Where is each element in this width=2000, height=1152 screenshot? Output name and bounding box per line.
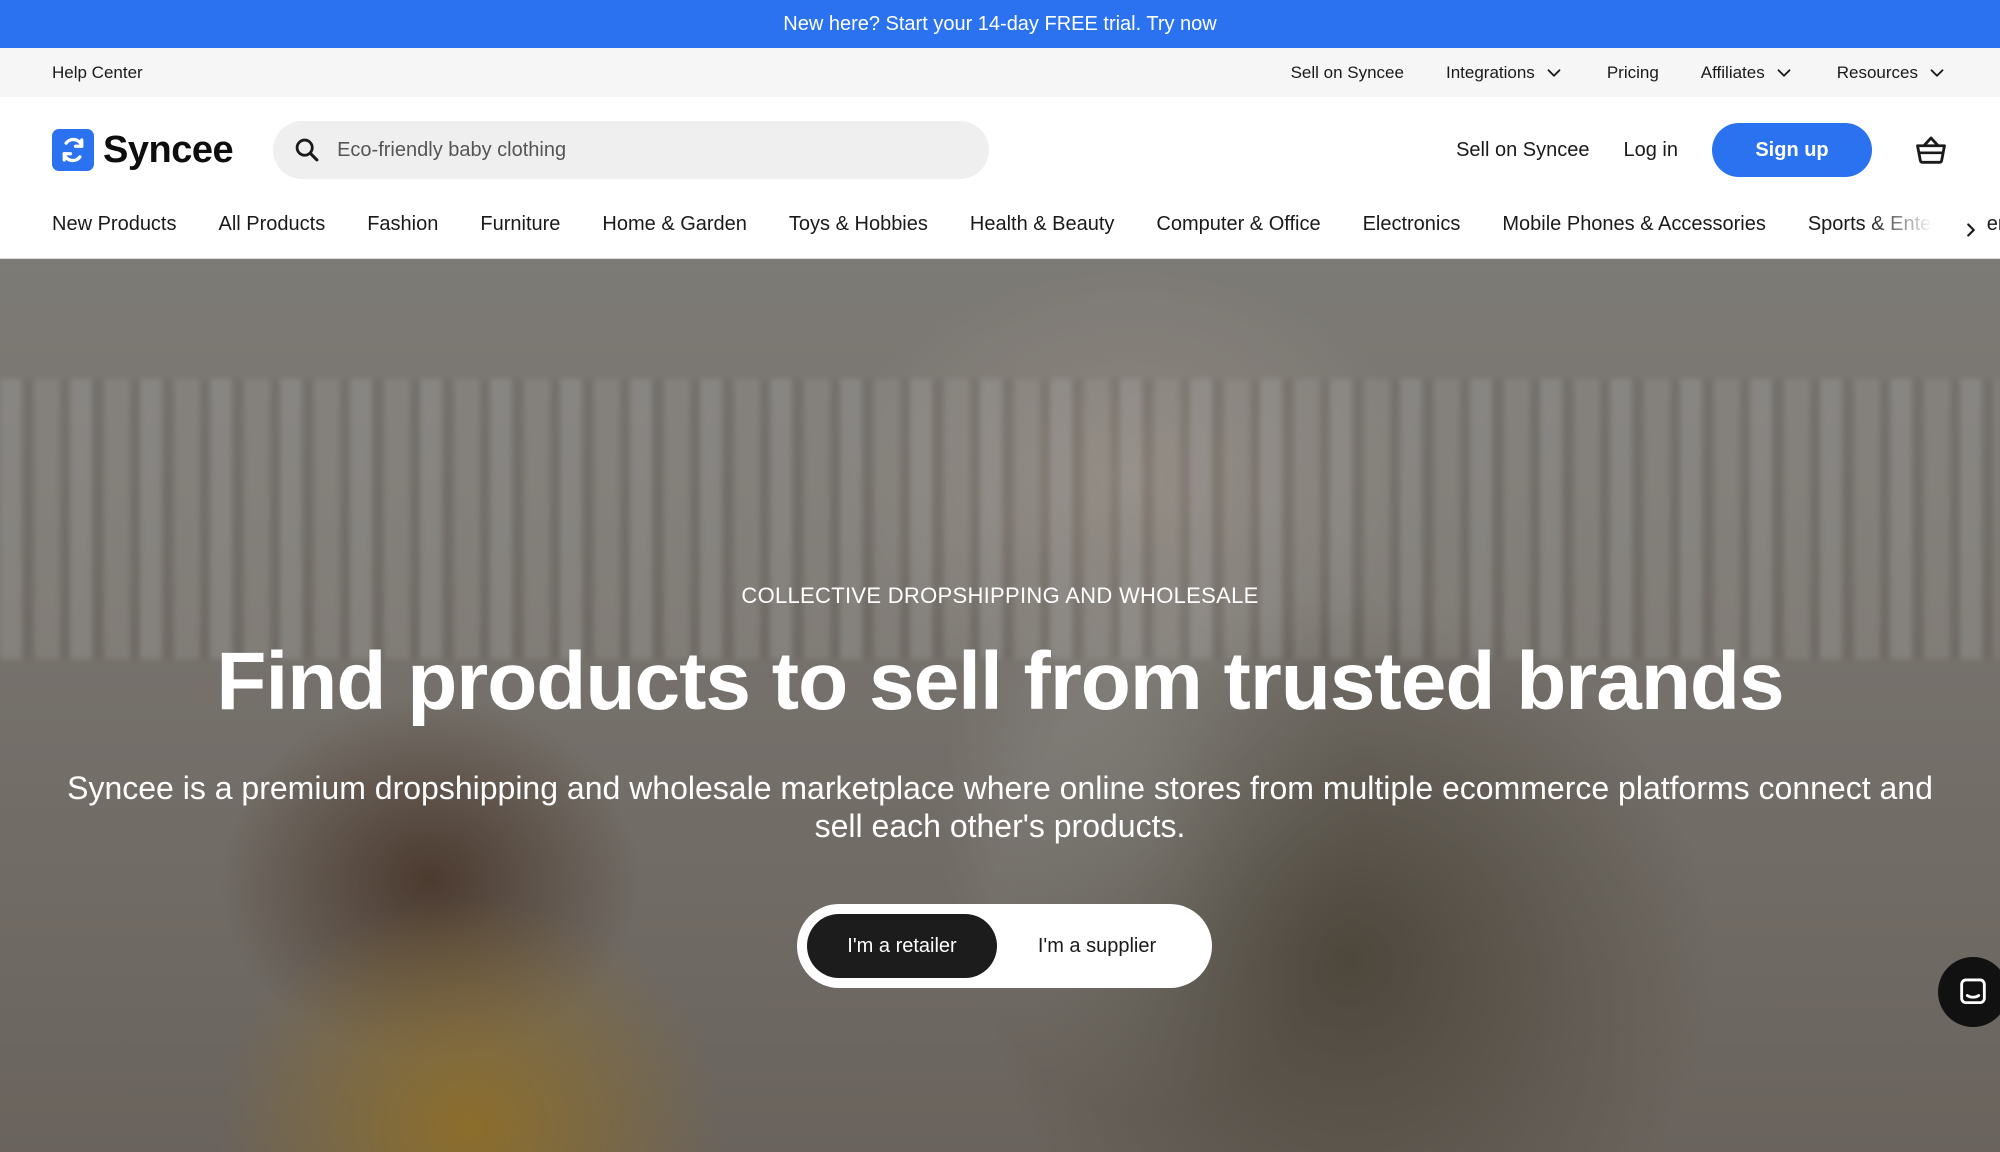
logo-wordmark: Syncee <box>103 128 234 171</box>
category-home-garden[interactable]: Home & Garden <box>602 213 747 236</box>
utility-link-label: Integrations <box>1445 62 1535 82</box>
search-icon <box>295 138 319 162</box>
hero-subheadline: Syncee is a premium dropshipping and who… <box>67 770 1933 844</box>
retailer-button[interactable]: I'm a retailer <box>807 914 997 978</box>
category-mobile-phones[interactable]: Mobile Phones & Accessories <box>1502 213 1765 236</box>
utility-link-resources[interactable]: Resources <box>1837 62 1948 84</box>
utility-link-affiliates[interactable]: Affiliates <box>1701 62 1795 84</box>
category-electronics[interactable]: Electronics <box>1363 213 1461 236</box>
utility-nav: Help Center Sell on Syncee Integrations … <box>0 48 2000 97</box>
category-scroll-right[interactable] <box>1956 215 1986 245</box>
chevron-down-icon <box>1777 68 1791 77</box>
category-furniture[interactable]: Furniture <box>480 213 560 236</box>
utility-link-sell[interactable]: Sell on Syncee <box>1291 63 1404 83</box>
syncee-logo[interactable]: Syncee <box>52 128 234 172</box>
chevron-right-icon <box>1967 223 1975 237</box>
basket-icon[interactable] <box>1914 133 1948 167</box>
search-bar[interactable] <box>273 121 990 179</box>
hero-eyebrow: COLLECTIVE DROPSHIPPING AND WHOLESALE <box>741 583 1259 608</box>
category-new-products[interactable]: New Products <box>52 213 177 236</box>
chevron-down-icon <box>1930 68 1944 77</box>
category-fashion[interactable]: Fashion <box>367 213 438 236</box>
category-computer-office[interactable]: Computer & Office <box>1156 213 1320 236</box>
utility-link-label: Sell on Syncee <box>1290 62 1404 82</box>
category-fade-overlay <box>1870 203 1960 258</box>
chevron-down-icon <box>1547 68 1561 77</box>
promo-text[interactable]: New here? Start your 14-day FREE trial. … <box>783 13 1217 36</box>
category-nav: New Products All Products Fashion Furnit… <box>0 203 2000 259</box>
sell-on-syncee-link[interactable]: Sell on Syncee <box>1456 139 1589 162</box>
login-link[interactable]: Log in <box>1624 139 1679 162</box>
signup-button[interactable]: Sign up <box>1712 123 1872 177</box>
utility-link-label: Resources <box>1836 62 1918 82</box>
promo-banner[interactable]: New here? Start your 14-day FREE trial. … <box>0 0 2000 48</box>
role-toggle: I'm a retailer I'm a supplier <box>797 904 1212 988</box>
utility-link-label: Affiliates <box>1700 62 1765 82</box>
hero-headline: Find products to sell from trusted brand… <box>216 636 1784 727</box>
utility-link-integrations[interactable]: Integrations <box>1446 62 1565 84</box>
category-toys-hobbies[interactable]: Toys & Hobbies <box>789 213 928 236</box>
search-input[interactable] <box>337 138 938 162</box>
utility-link-pricing[interactable]: Pricing <box>1607 63 1659 83</box>
supplier-button[interactable]: I'm a supplier <box>997 914 1197 978</box>
chat-launcher-button[interactable] <box>1938 957 2000 1027</box>
chat-icon <box>1960 978 1986 1005</box>
category-all-products[interactable]: All Products <box>219 213 326 236</box>
sync-logo-icon <box>52 129 94 171</box>
category-health-beauty[interactable]: Health & Beauty <box>970 213 1115 236</box>
hero-section: COLLECTIVE DROPSHIPPING AND WHOLESALE Fi… <box>0 259 2000 1152</box>
hero-content: COLLECTIVE DROPSHIPPING AND WHOLESALE Fi… <box>0 259 2000 1152</box>
utility-link-label: Pricing <box>1606 62 1659 82</box>
main-header: Syncee Sell on Syncee Log in Sign up <box>0 97 2000 203</box>
help-center-link[interactable]: Help Center <box>52 63 143 83</box>
